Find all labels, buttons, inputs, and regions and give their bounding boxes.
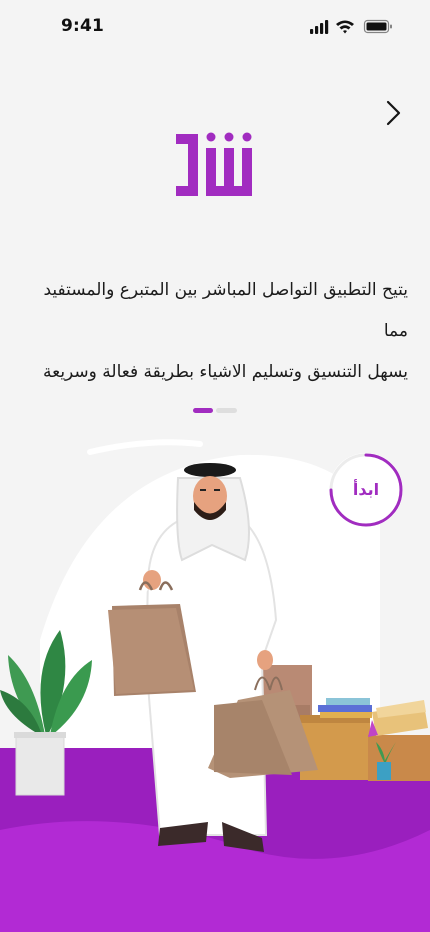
app-logo <box>176 132 252 196</box>
page-dot-active <box>193 408 213 413</box>
onboarding-screen: 9:41 يتيح التطبيق التواصل المباشر بين ال… <box>0 0 430 932</box>
page-dot-inactive <box>216 408 237 413</box>
description-line-2: يسهل التنسيق وتسليم الاشياء بطريقة فعالة… <box>43 362 408 382</box>
page-indicator <box>193 408 239 414</box>
status-bar: 9:41 <box>0 0 430 54</box>
signal-icon <box>310 20 329 34</box>
chevron-right-icon[interactable] <box>378 98 408 128</box>
wifi-icon <box>336 20 354 34</box>
status-icons <box>310 19 392 34</box>
start-button[interactable]: ابدأ <box>329 453 403 527</box>
battery-icon <box>363 19 392 34</box>
start-button-label: ابدأ <box>352 480 380 499</box>
onboarding-description: يتيح التطبيق التواصل المباشر بين المتبرع… <box>18 270 408 393</box>
description-line-1: يتيح التطبيق التواصل المباشر بين المتبرع… <box>43 280 408 341</box>
status-time: 9:41 <box>61 16 105 36</box>
